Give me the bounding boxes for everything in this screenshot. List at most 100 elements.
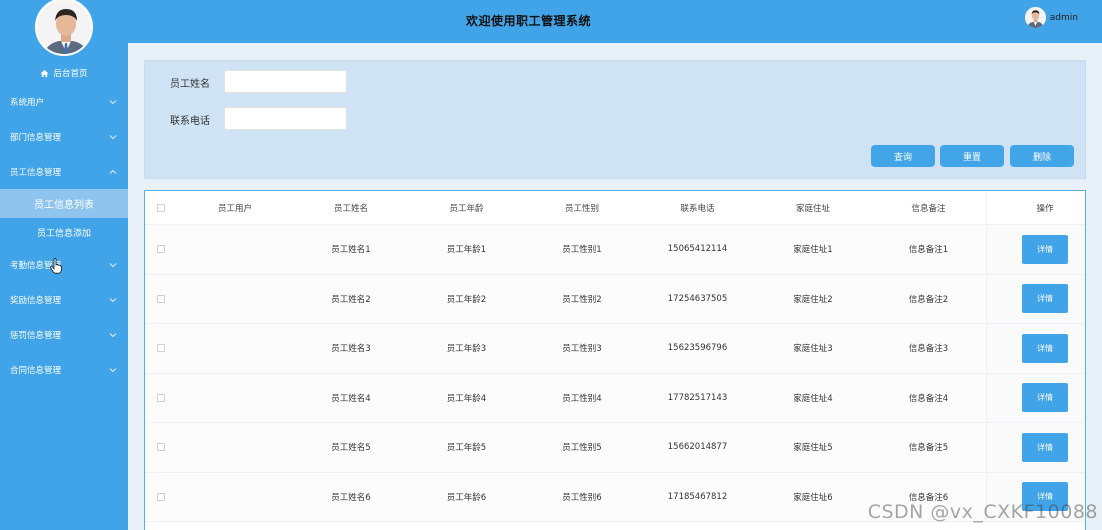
detail-button[interactable]: 详情 bbox=[1022, 383, 1068, 413]
column-header[interactable]: 家庭住址 bbox=[755, 202, 871, 214]
row-select-cell bbox=[145, 294, 177, 303]
row-checkbox[interactable] bbox=[157, 245, 165, 254]
sidebar-item-label: 员工信息管理 bbox=[10, 167, 62, 178]
actions-cell: 详情 bbox=[986, 274, 1085, 323]
row-select-cell bbox=[145, 245, 177, 254]
row-checkbox[interactable] bbox=[157, 393, 165, 402]
employee-name-cell: 员工姓名2 bbox=[331, 294, 371, 305]
detail-button[interactable]: 详情 bbox=[1022, 284, 1068, 314]
table-row: 员工姓名2 员工年龄2 员工性别2 17254637505 家庭住址2 信息备注2 详情 bbox=[145, 274, 1085, 324]
sidebar-item-system-users[interactable]: 系统用户 bbox=[0, 84, 128, 119]
actions-cell: 详情 bbox=[986, 225, 1085, 274]
column-header[interactable]: 员工姓名 bbox=[293, 202, 409, 214]
avatar bbox=[35, 0, 93, 56]
note-cell: 信息备注2 bbox=[908, 294, 949, 305]
phone-label: 联系电话 bbox=[170, 116, 210, 127]
employee-age-cell: 员工年龄4 bbox=[446, 393, 487, 404]
employee-age-cell: 员工年龄5 bbox=[446, 443, 487, 454]
employee-gender-cell: 员工性别5 bbox=[562, 443, 602, 454]
sidebar-item-label: 合同信息管理 bbox=[10, 365, 62, 376]
employee-name-cell: 员工姓名1 bbox=[331, 245, 371, 256]
phone-cell: 17782517143 bbox=[667, 392, 728, 403]
row-checkbox[interactable] bbox=[157, 294, 165, 303]
sidebar-item-department[interactable]: 部门信息管理 bbox=[0, 119, 128, 154]
column-header: 操作 bbox=[986, 191, 1085, 224]
row-checkbox[interactable] bbox=[157, 344, 165, 353]
chevron-down-icon bbox=[109, 134, 117, 139]
phone-cell: 15065412114 bbox=[667, 244, 728, 255]
employee-age-cell: 员工年龄2 bbox=[446, 294, 487, 305]
home-icon bbox=[40, 69, 50, 77]
table-row: 员工姓名5 员工年龄5 员工性别5 15662014877 家庭住址5 信息备注5 详情 bbox=[145, 423, 1085, 473]
employee-age-cell: 员工年龄1 bbox=[446, 245, 487, 256]
chevron-up-icon bbox=[109, 169, 117, 174]
column-header[interactable]: 员工性别 bbox=[524, 202, 640, 214]
actions-cell: 详情 bbox=[986, 324, 1085, 373]
employee-name-cell: 员工姓名5 bbox=[331, 443, 371, 454]
table-header: 员工用户 员工姓名 员工年龄 员工性别 联系电话 家庭住址 信息备注 操作 bbox=[145, 191, 1085, 225]
column-header[interactable]: 联系电话 bbox=[640, 202, 755, 214]
reset-button[interactable]: 重置 bbox=[940, 145, 1004, 167]
employee-age-cell: 员工年龄3 bbox=[446, 344, 487, 355]
chevron-down-icon bbox=[109, 262, 117, 267]
phone-input[interactable] bbox=[224, 107, 347, 130]
sidebar-item-employee[interactable]: 员工信息管理 bbox=[0, 154, 128, 189]
column-header[interactable]: 员工用户 bbox=[177, 202, 293, 214]
employee-name-cell: 员工姓名3 bbox=[331, 344, 371, 355]
sidebar: 后台首页 系统用户 部门信息管理 员工信息管理 员工信息列表 员工信息添加 考勤… bbox=[0, 0, 128, 530]
sidebar-subitem-employee-add[interactable]: 员工信息添加 bbox=[0, 218, 128, 247]
sidebar-item-label: 部门信息管理 bbox=[10, 132, 62, 143]
address-cell: 家庭住址6 bbox=[793, 492, 833, 503]
sidebar-item-penalties[interactable]: 惩罚信息管理 bbox=[0, 317, 128, 352]
select-all-checkbox[interactable] bbox=[157, 203, 165, 212]
sidebar-item-label: 系统用户 bbox=[10, 97, 45, 108]
detail-button[interactable]: 详情 bbox=[1022, 234, 1068, 264]
user-portrait-icon bbox=[1024, 7, 1046, 28]
sidebar-item-contracts[interactable]: 合同信息管理 bbox=[0, 352, 128, 387]
table-row: 员工姓名3 员工年龄3 员工性别3 15623596796 家庭住址3 信息备注3 详情 bbox=[145, 324, 1085, 374]
table-body: 员工姓名1 员工年龄1 员工性别1 15065412114 家庭住址1 信息备注1 详情 员工… bbox=[145, 225, 1085, 522]
employee-gender-cell: 员工性别3 bbox=[562, 344, 602, 355]
phone-cell: 17254637505 bbox=[667, 293, 728, 304]
user-menu[interactable]: admin bbox=[1024, 7, 1078, 28]
username: admin bbox=[1049, 12, 1078, 23]
sidebar-item-attendance[interactable]: 考勤信息管理 bbox=[0, 247, 128, 282]
sidebar-subitem-employee-list[interactable]: 员工信息列表 bbox=[0, 189, 128, 218]
employee-name-input[interactable] bbox=[224, 70, 347, 93]
avatar bbox=[1024, 7, 1046, 28]
detail-button[interactable]: 详情 bbox=[1022, 432, 1068, 462]
employee-table: 员工用户 员工姓名 员工年龄 员工性别 联系电话 家庭住址 信息备注 操作 员工… bbox=[144, 190, 1086, 530]
delete-button[interactable]: 删除 bbox=[1010, 145, 1074, 167]
detail-button[interactable]: 详情 bbox=[1022, 333, 1068, 363]
phone-cell: 15662014877 bbox=[667, 442, 728, 453]
row-checkbox[interactable] bbox=[157, 443, 165, 452]
row-checkbox[interactable] bbox=[157, 492, 165, 501]
sidebar-item-rewards[interactable]: 奖励信息管理 bbox=[0, 282, 128, 317]
table-row: 员工姓名1 员工年龄1 员工性别1 15065412114 家庭住址1 信息备注1 详情 bbox=[145, 225, 1085, 275]
actions-cell: 详情 bbox=[986, 373, 1085, 422]
search-panel: 员工姓名 联系电话 查询 重置 删除 bbox=[144, 60, 1086, 179]
sidebar-home-link[interactable]: 后台首页 bbox=[0, 62, 128, 84]
column-header[interactable]: 信息备注 bbox=[871, 202, 986, 214]
sidebar-item-label: 惩罚信息管理 bbox=[10, 330, 62, 341]
employee-age-cell: 员工年龄6 bbox=[446, 492, 487, 503]
address-cell: 家庭住址5 bbox=[793, 443, 833, 454]
home-label: 后台首页 bbox=[53, 69, 88, 79]
sidebar-subitem-label: 员工信息添加 bbox=[36, 229, 91, 239]
address-cell: 家庭住址1 bbox=[793, 245, 833, 256]
employee-gender-cell: 员工性别2 bbox=[562, 294, 602, 305]
row-select-cell bbox=[145, 393, 177, 402]
employee-name-label: 员工姓名 bbox=[170, 79, 210, 90]
watermark: CSDN @vx_CXKF10088 bbox=[867, 501, 1098, 523]
chevron-down-icon bbox=[109, 297, 117, 302]
note-cell: 信息备注1 bbox=[908, 245, 949, 256]
note-cell: 信息备注4 bbox=[908, 393, 949, 404]
sidebar-avatar-wrap bbox=[0, 0, 128, 62]
column-header[interactable]: 员工年龄 bbox=[409, 202, 524, 214]
row-select-cell bbox=[145, 443, 177, 452]
employee-name-cell: 员工姓名6 bbox=[331, 492, 371, 503]
chevron-down-icon bbox=[109, 99, 117, 104]
employee-gender-cell: 员工性别6 bbox=[562, 492, 602, 503]
query-button[interactable]: 查询 bbox=[871, 145, 935, 167]
sidebar-item-label: 奖励信息管理 bbox=[10, 295, 62, 306]
